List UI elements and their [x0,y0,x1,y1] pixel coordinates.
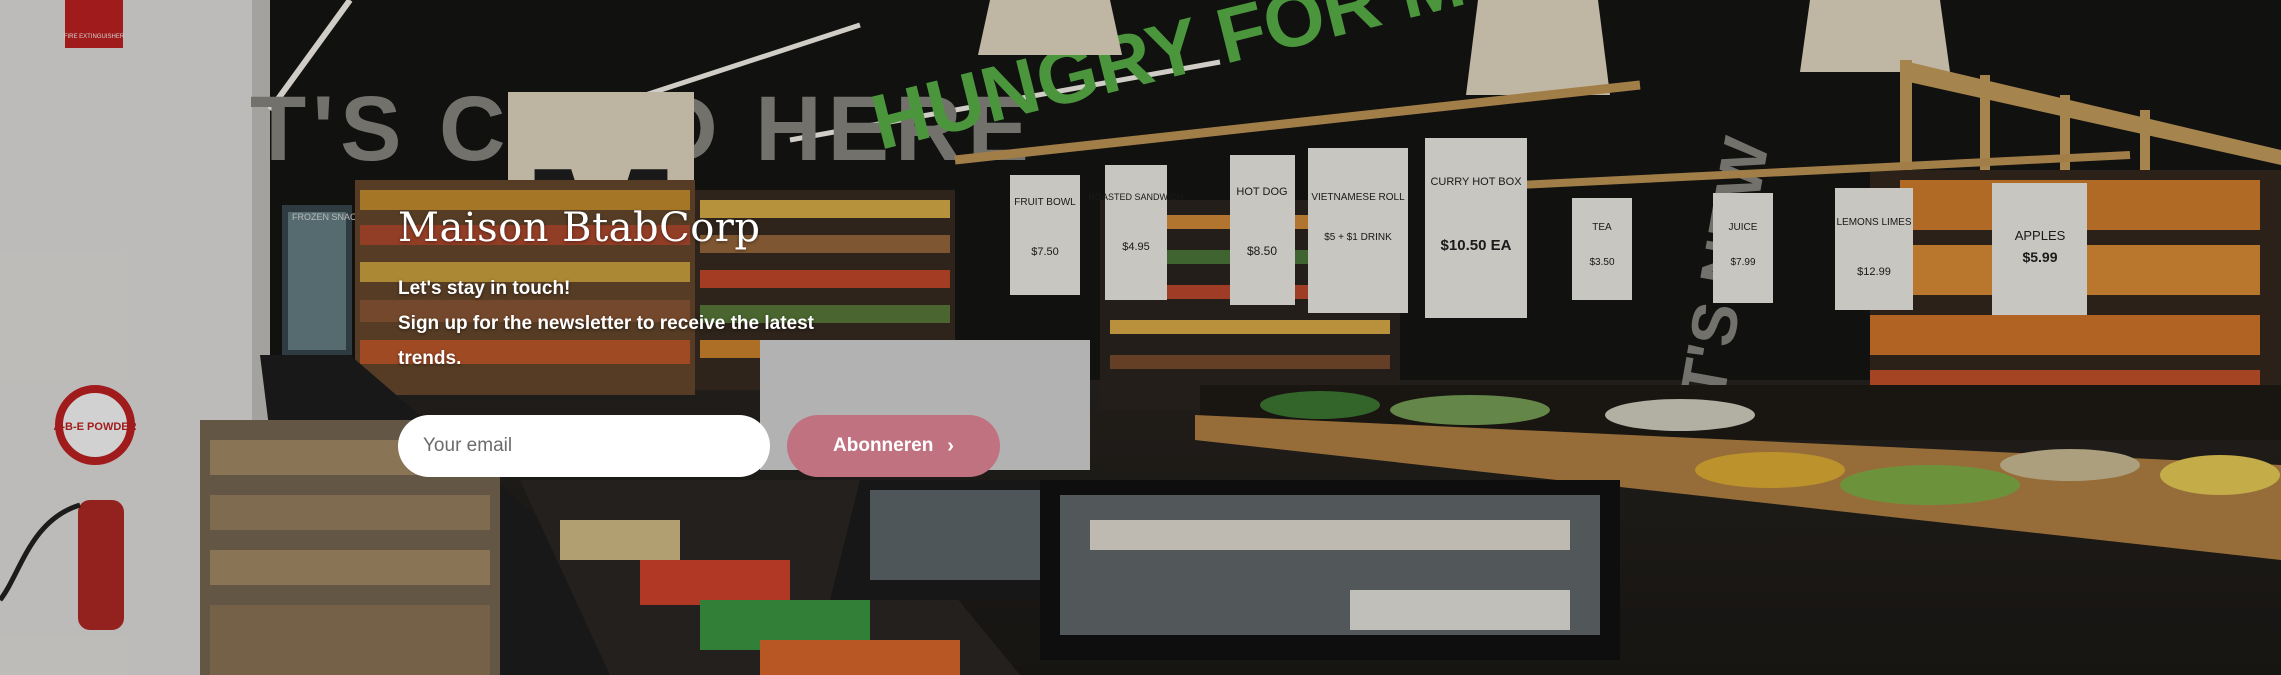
email-input[interactable] [398,415,770,477]
newsletter-intro: Let's stay in touch! [398,278,571,299]
image-overlay [0,0,2281,675]
newsletter-content: Maison BtabCorp Let's stay in touch! Sig… [398,205,1018,376]
newsletter-form: Abonneren › [398,415,1000,477]
subscribe-button[interactable]: Abonneren › [787,415,1000,477]
chevron-right-icon: › [947,435,954,457]
subscribe-label: Abonneren [833,435,934,456]
newsletter-hero: FIRE EXTINGUISHER A-B-E POWDER T'S COLD … [0,0,2281,675]
newsletter-description: Sign up for the newsletter to receive th… [398,313,814,369]
brand-title: Maison BtabCorp [398,205,761,251]
